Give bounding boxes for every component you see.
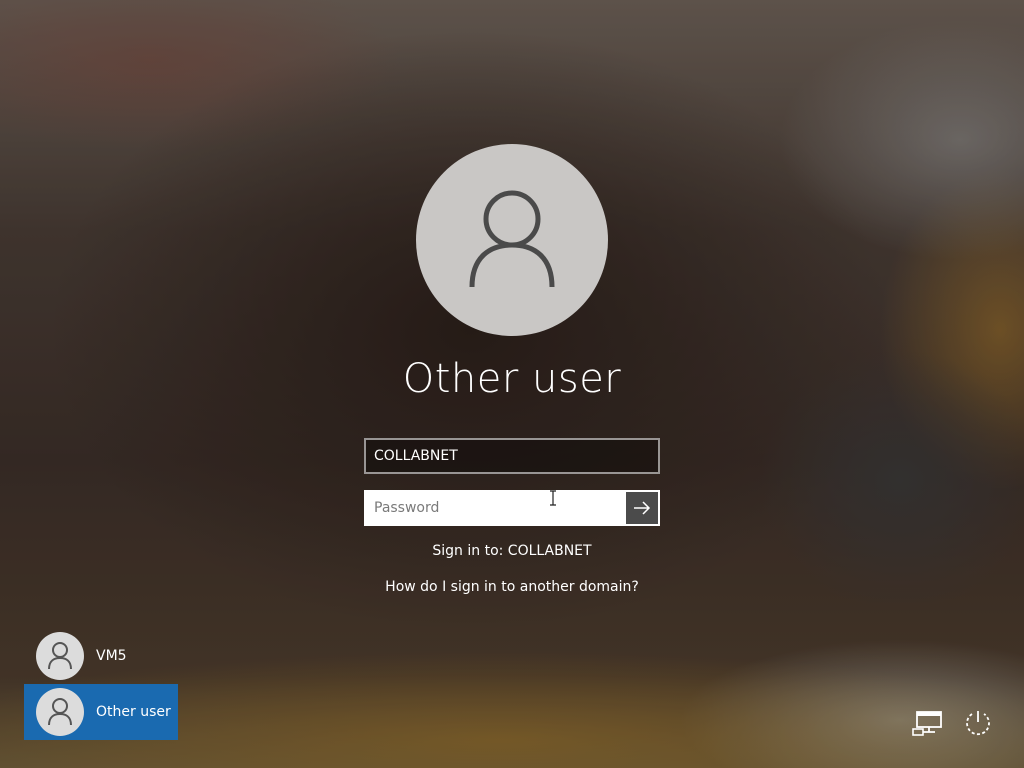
avatar <box>36 632 84 680</box>
submit-button[interactable] <box>626 492 658 524</box>
user-tile-name: Other user <box>96 704 171 720</box>
network-icon <box>912 711 942 736</box>
page-title: Other user <box>402 356 622 402</box>
arrow-right-icon <box>634 501 651 515</box>
help-link-container: How do I sign in to another domain? <box>0 579 1024 595</box>
avatar <box>36 688 84 736</box>
username-field[interactable]: COLLABNET <box>364 438 660 474</box>
network-button[interactable] <box>912 708 944 738</box>
sign-in-domain-label: Sign in to: COLLABNET <box>432 543 592 559</box>
system-tray <box>912 708 994 738</box>
user-list: VM5 Other user <box>24 628 178 740</box>
user-icon <box>48 642 72 670</box>
power-button[interactable] <box>962 708 994 738</box>
user-avatar <box>416 144 608 336</box>
password-box <box>364 490 660 526</box>
user-icon <box>48 698 72 726</box>
user-icon <box>469 190 555 288</box>
text-cursor-icon <box>550 490 556 506</box>
user-tile-name: VM5 <box>96 648 127 664</box>
user-tile-vm5[interactable]: VM5 <box>24 628 178 684</box>
user-tile-other-user[interactable]: Other user <box>24 684 178 740</box>
password-input[interactable] <box>366 492 626 524</box>
other-domain-help-link[interactable]: How do I sign in to another domain? <box>385 579 639 595</box>
power-icon <box>966 711 990 736</box>
